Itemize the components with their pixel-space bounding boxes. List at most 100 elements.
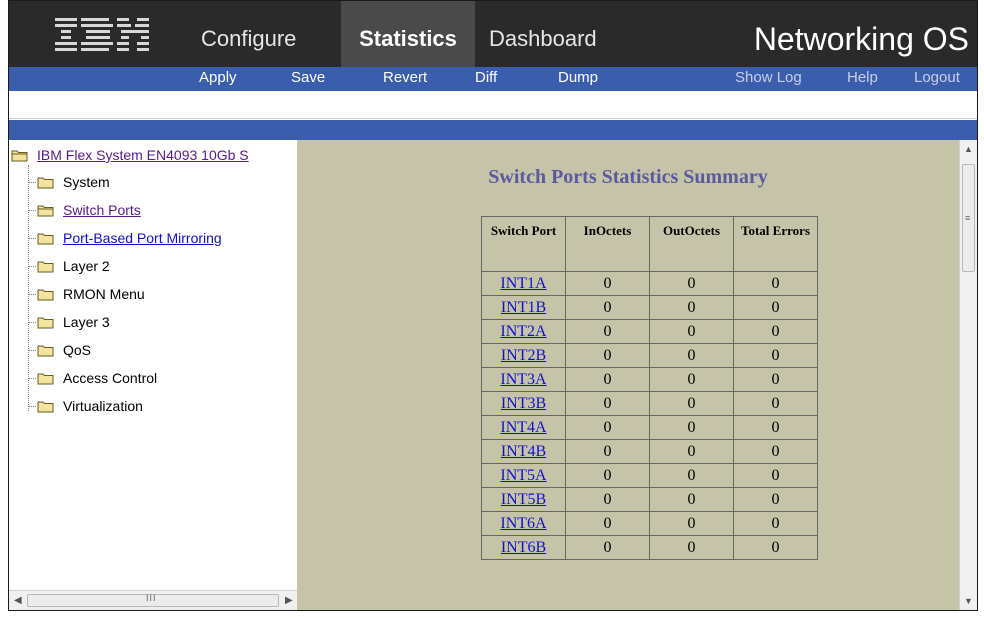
folder-icon bbox=[37, 316, 55, 329]
inoctets-cell: 0 bbox=[565, 439, 650, 464]
total-errors-cell: 0 bbox=[733, 463, 818, 488]
apply-button[interactable]: Apply bbox=[199, 67, 237, 91]
inoctets-cell: 0 bbox=[565, 463, 650, 488]
outoctets-cell: 0 bbox=[649, 295, 734, 320]
content-vertical-scrollbar[interactable]: ▲ ≡ ▼ bbox=[959, 140, 977, 610]
inoctets-cell: 0 bbox=[565, 511, 650, 536]
col-outoctets: OutOctets bbox=[649, 216, 734, 272]
port-link[interactable]: INT6A bbox=[500, 515, 546, 532]
col-inoctets: InOctets bbox=[565, 216, 650, 272]
folder-icon bbox=[37, 372, 55, 385]
table-row: INT2A 0 0 0 bbox=[481, 319, 818, 344]
port-link[interactable]: INT4B bbox=[501, 443, 546, 460]
dump-button[interactable]: Dump bbox=[558, 67, 598, 91]
table-row: INT1A 0 0 0 bbox=[481, 271, 818, 296]
outoctets-cell: 0 bbox=[649, 367, 734, 392]
port-link[interactable]: INT5A bbox=[500, 467, 546, 484]
grip-icon: ≡ bbox=[965, 213, 971, 223]
port-cell: INT4B bbox=[481, 439, 566, 464]
open-folder-icon bbox=[37, 204, 55, 217]
port-cell: INT1A bbox=[481, 271, 566, 296]
folder-icon bbox=[37, 260, 55, 273]
folder-icon bbox=[37, 232, 55, 245]
outoctets-cell: 0 bbox=[649, 439, 734, 464]
outoctets-cell: 0 bbox=[649, 415, 734, 440]
port-cell: INT2B bbox=[481, 343, 566, 368]
table-header-row: Switch Port InOctets OutOctets Total Err… bbox=[481, 216, 818, 272]
total-errors-cell: 0 bbox=[733, 391, 818, 416]
nav-item-system[interactable]: System bbox=[37, 169, 110, 195]
port-cell: INT6B bbox=[481, 535, 566, 560]
table-row: INT3A 0 0 0 bbox=[481, 367, 818, 392]
total-errors-cell: 0 bbox=[733, 535, 818, 560]
grip-icon: III bbox=[146, 593, 157, 603]
diff-button[interactable]: Diff bbox=[475, 67, 497, 91]
total-errors-cell: 0 bbox=[733, 343, 818, 368]
port-link[interactable]: INT4A bbox=[500, 419, 546, 436]
message-area bbox=[9, 91, 977, 119]
inoctets-cell: 0 bbox=[565, 343, 650, 368]
nav-item-access-control[interactable]: Access Control bbox=[37, 365, 157, 391]
logout-button[interactable]: Logout bbox=[914, 67, 960, 91]
folder-icon bbox=[37, 400, 55, 413]
total-errors-cell: 0 bbox=[733, 511, 818, 536]
browser-window: Configure Statistics Dashboard Networkin… bbox=[8, 0, 978, 611]
inoctets-cell: 0 bbox=[565, 367, 650, 392]
scroll-down-icon[interactable]: ▼ bbox=[964, 596, 973, 606]
port-cell: INT3A bbox=[481, 367, 566, 392]
outoctets-cell: 0 bbox=[649, 343, 734, 368]
inoctets-cell: 0 bbox=[565, 535, 650, 560]
folder-icon bbox=[37, 344, 55, 357]
content-scroll-thumb[interactable]: ≡ bbox=[962, 164, 975, 272]
port-link[interactable]: INT5B bbox=[501, 491, 546, 508]
nav-item-qos[interactable]: QoS bbox=[37, 337, 91, 363]
port-cell: INT6A bbox=[481, 511, 566, 536]
divider-bar bbox=[9, 120, 977, 140]
nav-item-port-mirroring[interactable]: Port-Based Port Mirroring bbox=[37, 225, 222, 251]
inoctets-cell: 0 bbox=[565, 271, 650, 296]
ibm-logo bbox=[55, 18, 149, 51]
nav-scroll-thumb[interactable]: III bbox=[27, 593, 279, 607]
tab-configure[interactable]: Configure bbox=[201, 1, 296, 67]
save-button[interactable]: Save bbox=[291, 67, 325, 91]
nav-item-switch-ports[interactable]: Switch Ports bbox=[37, 197, 141, 223]
inoctets-cell: 0 bbox=[565, 487, 650, 512]
port-link[interactable]: INT1B bbox=[501, 299, 546, 316]
navigation-tree: IBM Flex System EN4093 10Gb S System Swi… bbox=[9, 140, 297, 590]
outoctets-cell: 0 bbox=[649, 271, 734, 296]
port-link[interactable]: INT3A bbox=[500, 371, 546, 388]
nav-horizontal-scrollbar[interactable]: ◀ III ▶ bbox=[9, 590, 297, 610]
table-row: INT4A 0 0 0 bbox=[481, 415, 818, 440]
nav-item-layer-3[interactable]: Layer 3 bbox=[37, 309, 110, 335]
scroll-up-icon[interactable]: ▲ bbox=[964, 144, 973, 154]
total-errors-cell: 0 bbox=[733, 415, 818, 440]
total-errors-cell: 0 bbox=[733, 295, 818, 320]
nav-item-virtualization[interactable]: Virtualization bbox=[37, 393, 143, 419]
show-log-button[interactable]: Show Log bbox=[735, 67, 802, 91]
help-button[interactable]: Help bbox=[847, 67, 878, 91]
scroll-right-icon[interactable]: ▶ bbox=[285, 595, 293, 606]
nav-item-layer-2[interactable]: Layer 2 bbox=[37, 253, 110, 279]
port-cell: INT5B bbox=[481, 487, 566, 512]
nav-item-rmon-menu[interactable]: RMON Menu bbox=[37, 281, 145, 307]
revert-button[interactable]: Revert bbox=[383, 67, 427, 91]
port-link[interactable]: INT3B bbox=[501, 395, 546, 412]
nav-root-link[interactable]: IBM Flex System EN4093 10Gb S bbox=[37, 147, 249, 163]
inoctets-cell: 0 bbox=[565, 391, 650, 416]
action-bar: Apply Save Revert Diff Dump Show Log Hel… bbox=[9, 67, 977, 91]
table-row: INT6B 0 0 0 bbox=[481, 535, 818, 560]
port-link[interactable]: INT2B bbox=[501, 347, 546, 364]
col-total-errors: Total Errors bbox=[733, 216, 818, 272]
folder-icon bbox=[37, 288, 55, 301]
open-folder-icon bbox=[11, 149, 29, 162]
port-link[interactable]: INT6B bbox=[501, 539, 546, 556]
total-errors-cell: 0 bbox=[733, 319, 818, 344]
tab-statistics[interactable]: Statistics bbox=[341, 1, 475, 67]
nav-root[interactable]: IBM Flex System EN4093 10Gb S bbox=[11, 142, 249, 168]
table-row: INT4B 0 0 0 bbox=[481, 439, 818, 464]
port-link[interactable]: INT1A bbox=[500, 275, 546, 292]
scroll-left-icon[interactable]: ◀ bbox=[14, 595, 22, 606]
port-link[interactable]: INT2A bbox=[500, 323, 546, 340]
tab-dashboard[interactable]: Dashboard bbox=[489, 1, 597, 67]
outoctets-cell: 0 bbox=[649, 487, 734, 512]
